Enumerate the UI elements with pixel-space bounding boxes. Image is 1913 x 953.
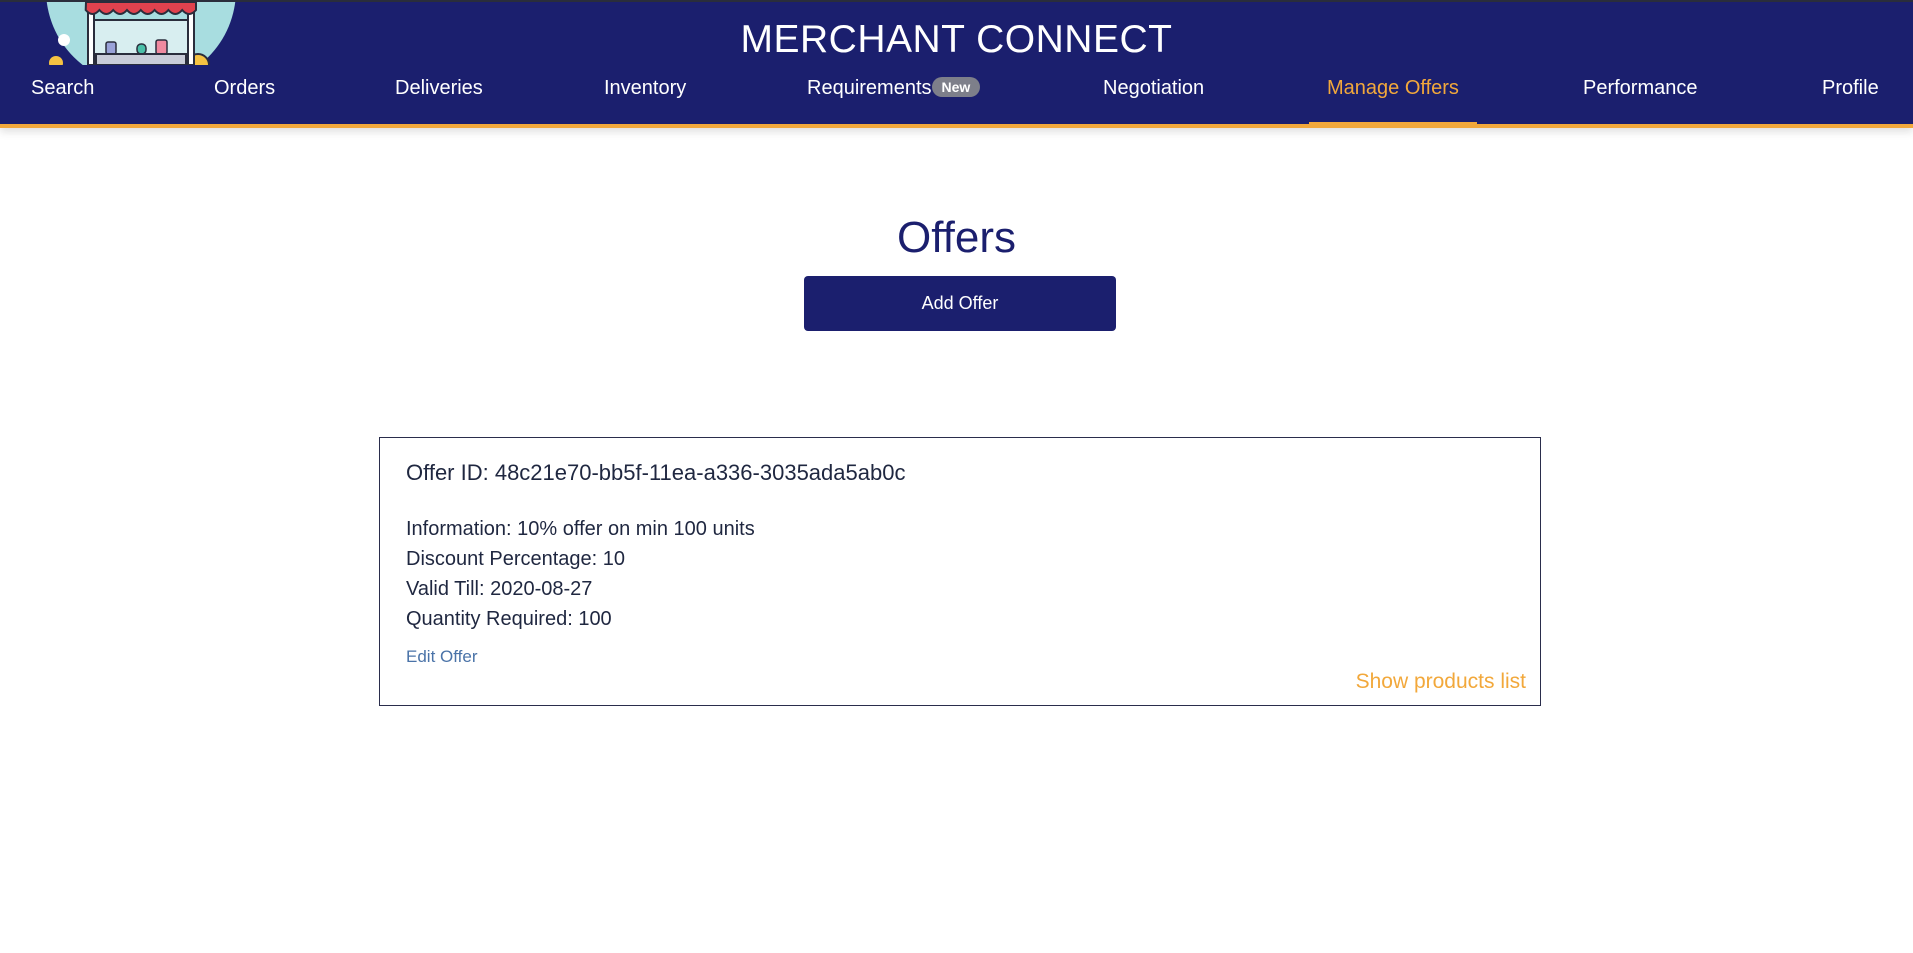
- nav-item-label: Performance: [1583, 77, 1698, 99]
- nav-item-label: Manage Offers: [1327, 77, 1459, 99]
- nav-item-profile[interactable]: Profile: [1822, 64, 1879, 126]
- add-offer-button[interactable]: Add Offer: [804, 276, 1116, 331]
- offer-information: Information: 10% offer on min 100 units: [406, 518, 755, 540]
- offer-valid-till: Valid Till: 2020-08-27: [406, 578, 593, 600]
- nav-item-manage-offers[interactable]: Manage Offers: [1309, 64, 1477, 126]
- nav-item-deliveries[interactable]: Deliveries: [395, 64, 483, 126]
- nav-item-requirements[interactable]: Requirements New: [807, 64, 981, 126]
- nav-item-label: Orders: [214, 77, 276, 99]
- top-header: MERCHANT CONNECT Search Orders Deliverie…: [0, 0, 1913, 128]
- offer-card: Offer ID: 48c21e70-bb5f-11ea-a336-3035ad…: [379, 437, 1541, 706]
- new-badge: New: [931, 77, 981, 97]
- main-nav: Search Orders Deliveries Inventory Requi…: [0, 64, 1913, 126]
- active-tab-indicator: [1309, 122, 1477, 126]
- nav-item-label: Search: [31, 77, 95, 99]
- app-title: MERCHANT CONNECT: [740, 18, 1173, 61]
- nav-item-label: Requirements: [807, 77, 932, 99]
- offer-discount: Discount Percentage: 10: [406, 548, 626, 570]
- page-title: Offers: [896, 213, 1016, 262]
- nav-item-inventory[interactable]: Inventory: [604, 64, 686, 126]
- show-products-link[interactable]: Show products list: [1356, 670, 1526, 694]
- nav-item-search[interactable]: Search: [31, 64, 94, 126]
- nav-item-performance[interactable]: Performance: [1583, 64, 1698, 126]
- nav-item-label: Negotiation: [1103, 77, 1205, 99]
- nav-item-label: Profile: [1822, 77, 1879, 99]
- nav-item-negotiation[interactable]: Negotiation: [1103, 64, 1204, 126]
- edit-offer-link[interactable]: Edit Offer: [406, 647, 478, 667]
- offer-quantity: Quantity Required: 100: [406, 608, 612, 630]
- nav-item-label: Deliveries: [395, 77, 483, 99]
- offer-id: Offer ID: 48c21e70-bb5f-11ea-a336-3035ad…: [406, 460, 906, 485]
- nav-item-label: Inventory: [604, 77, 687, 99]
- nav-item-orders[interactable]: Orders: [214, 64, 275, 126]
